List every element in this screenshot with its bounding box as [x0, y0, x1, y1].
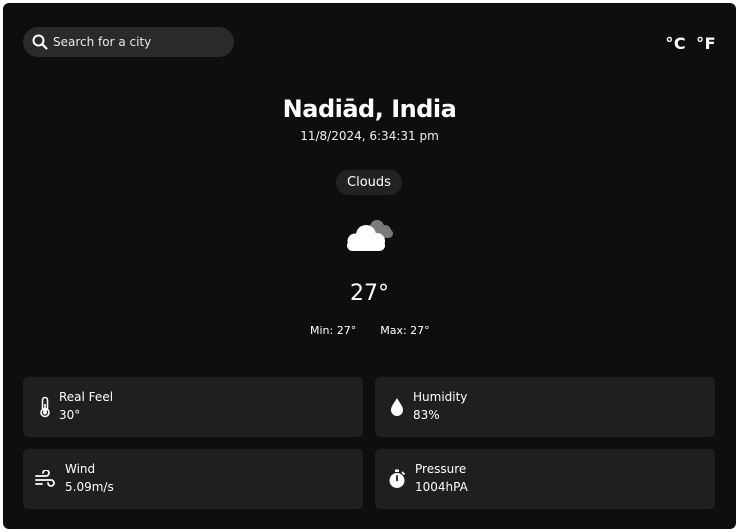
fahrenheit-button[interactable]: °F: [696, 34, 716, 53]
cloud-icon: [341, 214, 397, 254]
city-name: Nadiād, India: [282, 95, 457, 123]
humidity-value: 83%: [413, 408, 440, 422]
current-temperature: 27°: [350, 281, 389, 306]
weather-card: °C °F Nadiād, India 11/8/2024, 6:34:31 p…: [3, 3, 736, 529]
humidity-tile: Humidity 83%: [375, 377, 715, 437]
real-feel-label: Real Feel: [59, 390, 114, 404]
pressure-tile: Pressure 1004hPA: [375, 449, 715, 509]
pressure-value: 1004hPA: [415, 480, 468, 494]
pressure-label: Pressure: [415, 462, 467, 476]
real-feel-tile: Real Feel 30°: [23, 377, 363, 437]
local-datetime: 11/8/2024, 6:34:31 pm: [300, 129, 439, 143]
search-icon[interactable]: [31, 33, 49, 51]
stopwatch-icon: [385, 467, 409, 491]
wind-label: Wind: [65, 462, 96, 476]
humidity-label: Humidity: [413, 390, 468, 404]
weather-condition-badge: Clouds: [336, 170, 402, 195]
wind-value: 5.09m/s: [65, 480, 114, 494]
thermometer-icon: [33, 395, 57, 419]
celsius-button[interactable]: °C: [665, 34, 686, 53]
real-feel-value: 30°: [59, 408, 81, 422]
wind-icon: [33, 467, 57, 491]
wind-tile: Wind 5.09m/s: [23, 449, 363, 509]
min-max-row: Min: 27° Max: 27°: [310, 324, 430, 337]
max-temperature: Max: 27°: [380, 324, 430, 337]
droplet-icon: [385, 395, 409, 419]
unit-toggle: °C °F: [665, 34, 716, 53]
search-bar[interactable]: [23, 27, 234, 57]
search-input[interactable]: [53, 35, 223, 49]
min-temperature: Min: 27°: [310, 324, 357, 337]
